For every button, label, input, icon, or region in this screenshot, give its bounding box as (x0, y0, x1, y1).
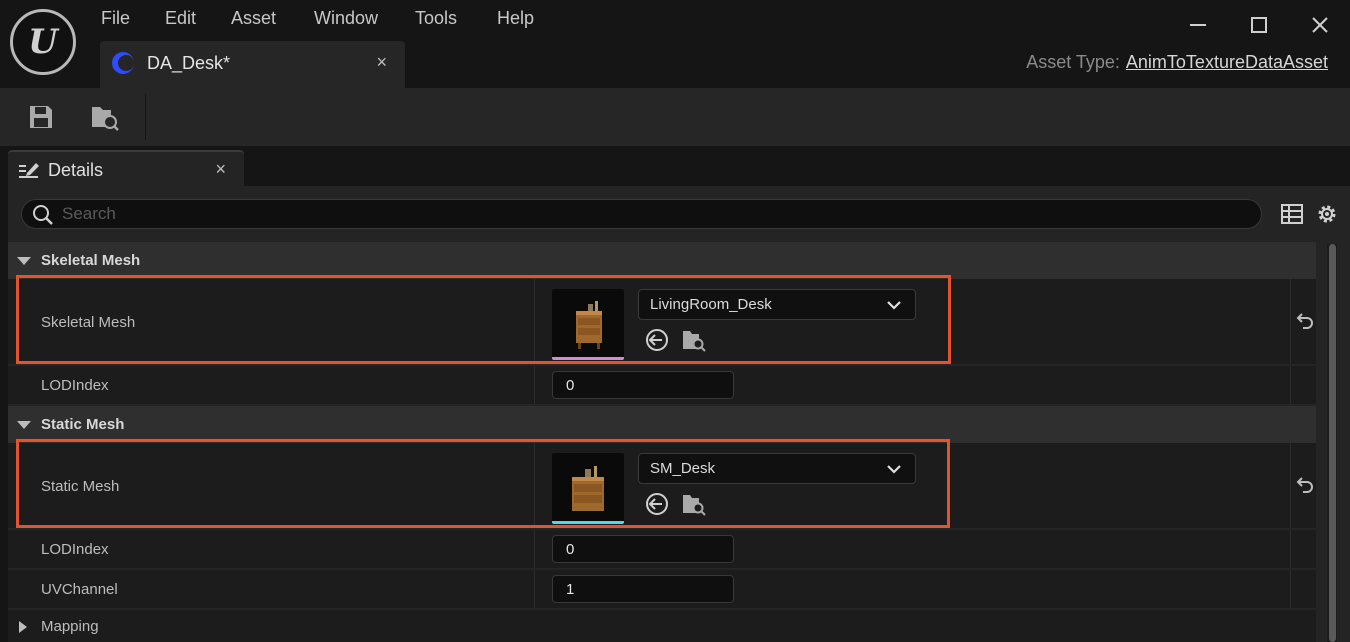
menu-window[interactable]: Window (314, 8, 378, 29)
asset-thumbnail[interactable] (552, 289, 624, 360)
document-tab-title: DA_Desk* (147, 53, 231, 73)
details-pencil-icon (19, 163, 39, 178)
details-tab-close-button[interactable]: × (215, 159, 226, 180)
view-options-button[interactable] (1280, 202, 1304, 226)
toolbar-separator (145, 94, 146, 140)
details-panel: Skeletal Mesh Skeletal Mesh LivingRoom_D… (8, 186, 1350, 642)
use-selected-asset-button[interactable] (644, 491, 670, 517)
section-title: Static Mesh (41, 416, 125, 433)
search-icon (33, 205, 53, 225)
details-scrollbar[interactable] (1327, 244, 1337, 642)
thumbnail-accent-bar (552, 521, 624, 524)
details-tab[interactable]: Details × (8, 150, 244, 188)
title-bar: U File Edit Asset Window Tools Help DA_D… (0, 0, 1350, 88)
minimize-icon (1190, 24, 1206, 26)
unreal-logo-icon[interactable]: U (10, 9, 76, 75)
save-icon (30, 106, 52, 128)
property-label: UVChannel (41, 581, 118, 598)
asset-type-label: Asset Type: (1026, 52, 1120, 72)
menu-file[interactable]: File (101, 8, 130, 29)
property-row-mapping[interactable]: Mapping (8, 610, 1316, 642)
toolbar (0, 88, 1350, 146)
data-asset-icon (112, 52, 134, 74)
lodindex-input[interactable]: 0 (552, 535, 734, 563)
browse-folder-icon (92, 107, 119, 131)
section-static-mesh[interactable]: Static Mesh (8, 406, 1316, 443)
expand-arrow-icon (19, 621, 27, 633)
menu-edit[interactable]: Edit (165, 8, 196, 29)
collapse-arrow-icon (17, 257, 31, 265)
details-tab-strip: Details × (0, 146, 1350, 188)
reset-arrow-icon (1296, 477, 1313, 493)
desk-thumbnail-icon (576, 301, 602, 349)
maximize-icon (1251, 17, 1267, 33)
uvchannel-input[interactable]: 1 (552, 575, 734, 603)
document-tab[interactable]: DA_Desk* × (100, 41, 405, 88)
property-label: Skeletal Mesh (41, 314, 136, 331)
property-row-skeletal-mesh: Skeletal Mesh LivingRoom_Desk (8, 279, 1316, 365)
property-row-static-mesh: Static Mesh SM_Desk (8, 443, 1316, 529)
scrollbar-thumb[interactable] (1329, 244, 1336, 642)
browse-folder-icon (683, 331, 706, 352)
gear-icon (1318, 205, 1336, 223)
browse-asset-button[interactable] (681, 327, 707, 353)
use-selected-arrow-icon (646, 493, 668, 515)
save-button[interactable] (21, 98, 61, 136)
thumbnail-accent-bar (552, 357, 624, 360)
skeletal-mesh-picker[interactable]: LivingRoom_Desk (638, 289, 916, 320)
browse-folder-icon (683, 495, 706, 516)
property-row-lodindex: LODIndex 0 (8, 366, 1316, 405)
menu-asset[interactable]: Asset (231, 8, 276, 29)
table-view-icon (1281, 204, 1303, 224)
section-skeletal-mesh[interactable]: Skeletal Mesh (8, 242, 1316, 279)
search-box[interactable] (21, 199, 1262, 229)
static-mesh-picker[interactable]: SM_Desk (638, 453, 916, 484)
document-tab-close-button[interactable]: × (376, 52, 387, 73)
settings-button[interactable] (1315, 202, 1339, 226)
property-row-lodindex: LODIndex 0 (8, 530, 1316, 569)
close-icon (1312, 17, 1328, 33)
property-label: LODIndex (41, 377, 109, 394)
section-title: Skeletal Mesh (41, 252, 141, 269)
asset-thumbnail[interactable] (552, 453, 624, 524)
browse-asset-button[interactable] (681, 491, 707, 517)
asset-picker-value: SM_Desk (650, 460, 716, 477)
reset-arrow-icon (1296, 313, 1313, 329)
details-tab-title: Details (48, 160, 104, 180)
maximize-button[interactable] (1244, 10, 1274, 40)
use-selected-asset-button[interactable] (644, 327, 670, 353)
property-row-uvchannel: UVChannel 1 (8, 570, 1316, 609)
menu-tools[interactable]: Tools (415, 8, 457, 29)
asset-type-link[interactable]: AnimToTextureDataAsset (1126, 52, 1328, 72)
close-window-button[interactable] (1305, 10, 1335, 40)
menu-help[interactable]: Help (497, 8, 534, 29)
reset-to-default-button[interactable] (1293, 475, 1315, 497)
use-selected-arrow-icon (646, 329, 668, 351)
asset-picker-value: LivingRoom_Desk (650, 296, 772, 313)
property-label: Static Mesh (41, 478, 120, 495)
property-label: Mapping (41, 618, 99, 635)
search-input[interactable] (62, 203, 1242, 225)
chevron-down-icon (887, 465, 901, 474)
reset-to-default-button[interactable] (1293, 311, 1315, 333)
asset-type-info: Asset Type: AnimToTextureDataAsset (1026, 52, 1328, 73)
chevron-down-icon (887, 301, 901, 310)
collapse-arrow-icon (17, 421, 31, 429)
desk-thumbnail-icon (572, 466, 604, 511)
property-label: LODIndex (41, 541, 109, 558)
browse-to-asset-button[interactable] (85, 98, 125, 136)
lodindex-input[interactable]: 0 (552, 371, 734, 399)
minimize-button[interactable] (1183, 10, 1213, 40)
